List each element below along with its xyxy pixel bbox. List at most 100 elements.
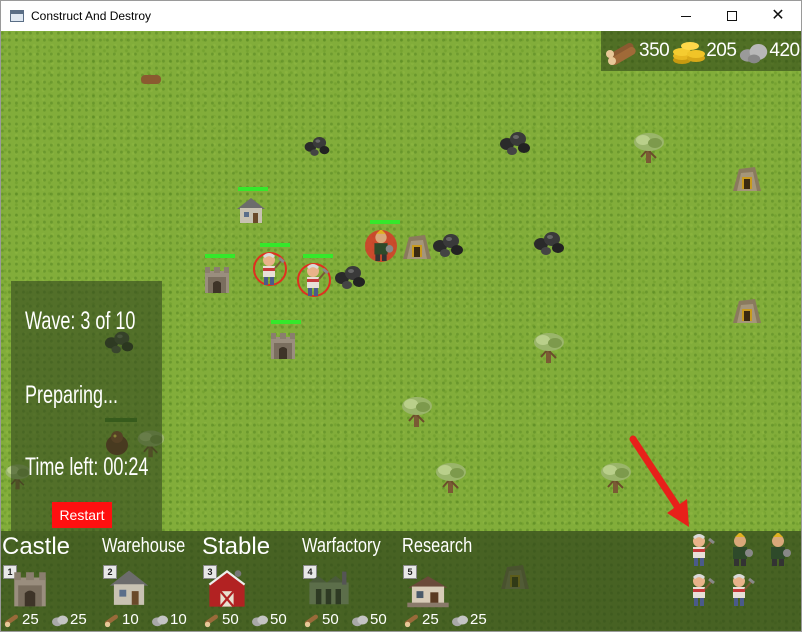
soldier-unit[interactable]: [363, 228, 399, 264]
window-title: Construct And Destroy: [31, 9, 152, 23]
stone-icon: [739, 36, 769, 66]
stone-deposit[interactable]: [431, 231, 465, 259]
wave-timer: Time left: 00:24: [25, 453, 149, 481]
health-bar: [370, 220, 400, 224]
stone-deposit[interactable]: [333, 263, 367, 291]
build-research-option[interactable]: Research 5 25 25: [401, 531, 501, 631]
tree-sprite[interactable]: [399, 393, 435, 429]
building-name: Research: [402, 535, 473, 557]
unit-tray: [681, 531, 801, 631]
gold-mine[interactable]: [401, 231, 433, 261]
wood-cost: 25: [3, 611, 39, 628]
stone-cost: 50: [351, 611, 387, 628]
wood-cost-value: 10: [122, 611, 139, 628]
build-bar: Castle 1 25 25 Warehouse 2 10 10 Stable …: [1, 531, 801, 631]
stone-cost-value: 50: [370, 611, 387, 628]
wood-cost-value: 50: [222, 611, 239, 628]
stone-cost: 50: [251, 611, 287, 628]
building-name: Warfactory: [302, 535, 381, 557]
wave-counter: Wave: 3 of 10: [25, 307, 136, 335]
stone-cost-value: 25: [470, 611, 487, 628]
pointer-arrow: [629, 435, 689, 527]
stone-cost-value: 25: [70, 611, 87, 628]
wood-icon: [3, 612, 21, 628]
wood-log-icon: [605, 36, 639, 66]
wood-resource: 350: [605, 36, 670, 66]
health-bar: [271, 320, 301, 324]
wood-cost: 10: [103, 611, 139, 628]
game-map[interactable]: 350 205 420 Wave: 3 of 10 Preparing... T…: [1, 31, 801, 631]
stable-icon: [205, 567, 249, 611]
building-name: Castle: [2, 533, 71, 560]
stone-deposit[interactable]: [303, 135, 331, 157]
minimize-button[interactable]: [663, 1, 709, 31]
stone-deposit[interactable]: [532, 229, 566, 257]
wood-cost-value: 50: [322, 611, 339, 628]
wood-icon: [103, 612, 121, 628]
wood-cost: 50: [203, 611, 239, 628]
wood-icon: [303, 612, 321, 628]
title-bar: Construct And Destroy ✕: [1, 1, 801, 31]
maximize-button[interactable]: [709, 1, 755, 31]
tree-sprite[interactable]: [433, 459, 469, 495]
restart-button[interactable]: Restart: [52, 502, 112, 528]
wood-cost: 50: [303, 611, 339, 628]
wood-cost: 25: [403, 611, 439, 628]
wood-cost-value: 25: [422, 611, 439, 628]
warehouse-building[interactable]: [235, 195, 267, 225]
stone-cost-value: 50: [270, 611, 287, 628]
worker-unit-slot[interactable]: [685, 573, 715, 607]
wood-amount: 350: [639, 40, 670, 61]
stone-icon: [51, 612, 69, 628]
wave-status: Preparing...: [25, 381, 119, 409]
castle-building[interactable]: [202, 263, 232, 295]
minimize-icon: [681, 15, 691, 17]
close-button[interactable]: ✕: [755, 1, 801, 31]
worker-unit[interactable]: [297, 262, 331, 298]
warehouse-icon: [107, 565, 151, 609]
soldier-unit-slot[interactable]: [725, 533, 755, 567]
wood-cost-value: 25: [22, 611, 39, 628]
window-controls: ✕: [663, 1, 801, 31]
stone-cost-value: 10: [170, 611, 187, 628]
stone-amount: 420: [769, 40, 800, 61]
tree-sprite[interactable]: [631, 129, 667, 165]
build-warehouse-option[interactable]: Warehouse 2 10 10: [101, 531, 201, 631]
build-stable-option[interactable]: Stable 3 50 50: [201, 531, 301, 631]
wood-icon: [403, 612, 421, 628]
soldier-unit-slot[interactable]: [763, 533, 793, 567]
build-warfactory-option[interactable]: Warfactory 4 50 50: [301, 531, 401, 631]
stone-cost: 25: [51, 611, 87, 628]
stone-icon: [251, 612, 269, 628]
stone-deposit[interactable]: [498, 129, 532, 157]
wood-icon: [203, 612, 221, 628]
castle-building[interactable]: [268, 329, 298, 361]
game-window: Construct And Destroy ✕ 350 205 420 Wave…: [0, 0, 802, 632]
maximize-icon: [727, 11, 737, 21]
gold-resource: 205: [672, 36, 737, 66]
castle-icon: [9, 567, 51, 609]
warfactory-icon: [305, 569, 353, 609]
tree-sprite[interactable]: [531, 329, 567, 365]
research-icon: [405, 571, 451, 609]
stone-cost: 25: [451, 611, 487, 628]
health-bar: [303, 254, 333, 258]
health-bar: [238, 187, 268, 191]
tree-stump: [141, 75, 161, 84]
health-bar: [260, 243, 290, 247]
stone-cost: 10: [151, 611, 187, 628]
worker-unit-slot[interactable]: [725, 573, 755, 607]
worker-unit-slot[interactable]: [685, 533, 715, 567]
wave-panel: Wave: 3 of 10 Preparing... Time left: 00…: [11, 281, 162, 531]
gold-mine[interactable]: [731, 295, 763, 325]
resources-panel: 350 205 420: [601, 31, 801, 71]
stone-resource: 420: [739, 36, 800, 66]
gold-mine[interactable]: [731, 163, 763, 193]
building-name: Warehouse: [102, 535, 186, 557]
worker-unit[interactable]: [253, 251, 287, 287]
close-icon: ✕: [771, 7, 785, 24]
gold-coins-icon: [672, 36, 706, 66]
stone-icon: [151, 612, 169, 628]
gold-amount: 205: [706, 40, 737, 61]
build-castle-option[interactable]: Castle 1 25 25: [1, 531, 101, 631]
